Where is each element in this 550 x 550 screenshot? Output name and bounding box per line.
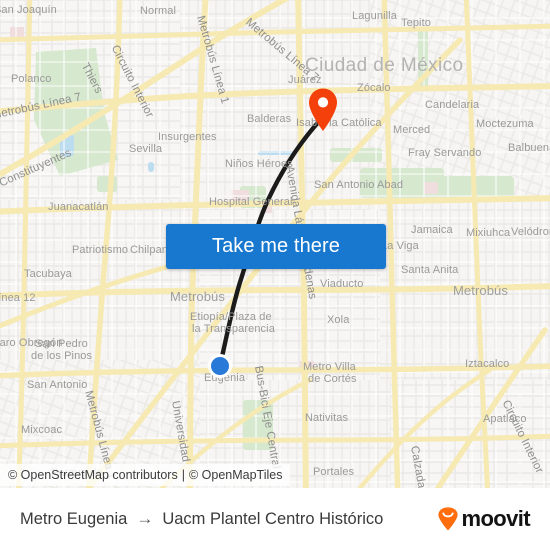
moovit-trip-map-screen: San Joaquín Normal Lagunilla Tepito Polanco T…	[0, 0, 550, 550]
trip-origin-label: Metro Eugenia	[20, 509, 128, 528]
origin-map-marker[interactable]	[208, 354, 232, 378]
trip-summary: Metro Eugenia → Uacm Plantel Centro Hist…	[20, 509, 383, 529]
take-me-there-button[interactable]: Take me there	[166, 224, 386, 269]
map-canvas[interactable]: San Joaquín Normal Lagunilla Tepito Polanco T…	[0, 0, 550, 488]
arrow-right-icon: →	[136, 509, 154, 528]
trip-footer-bar: Metro Eugenia → Uacm Plantel Centro Hist…	[0, 488, 550, 550]
trip-destination-label: Uacm Plantel Centro Histórico	[162, 509, 384, 528]
openstreetmap-attribution-link[interactable]: © OpenStreetMap contributors	[8, 468, 178, 482]
map-attribution: © OpenStreetMap contributors | © OpenMap…	[0, 464, 291, 486]
moovit-logo[interactable]: moovit	[437, 506, 531, 532]
take-me-there-label: Take me there	[211, 235, 341, 257]
moovit-pin-icon	[438, 507, 459, 531]
openmaptiles-attribution-link[interactable]: © OpenMapTiles	[189, 468, 283, 482]
attribution-separator: |	[181, 468, 185, 482]
destination-map-pin-icon[interactable]	[307, 88, 339, 132]
moovit-wordmark: moovit	[461, 506, 530, 531]
